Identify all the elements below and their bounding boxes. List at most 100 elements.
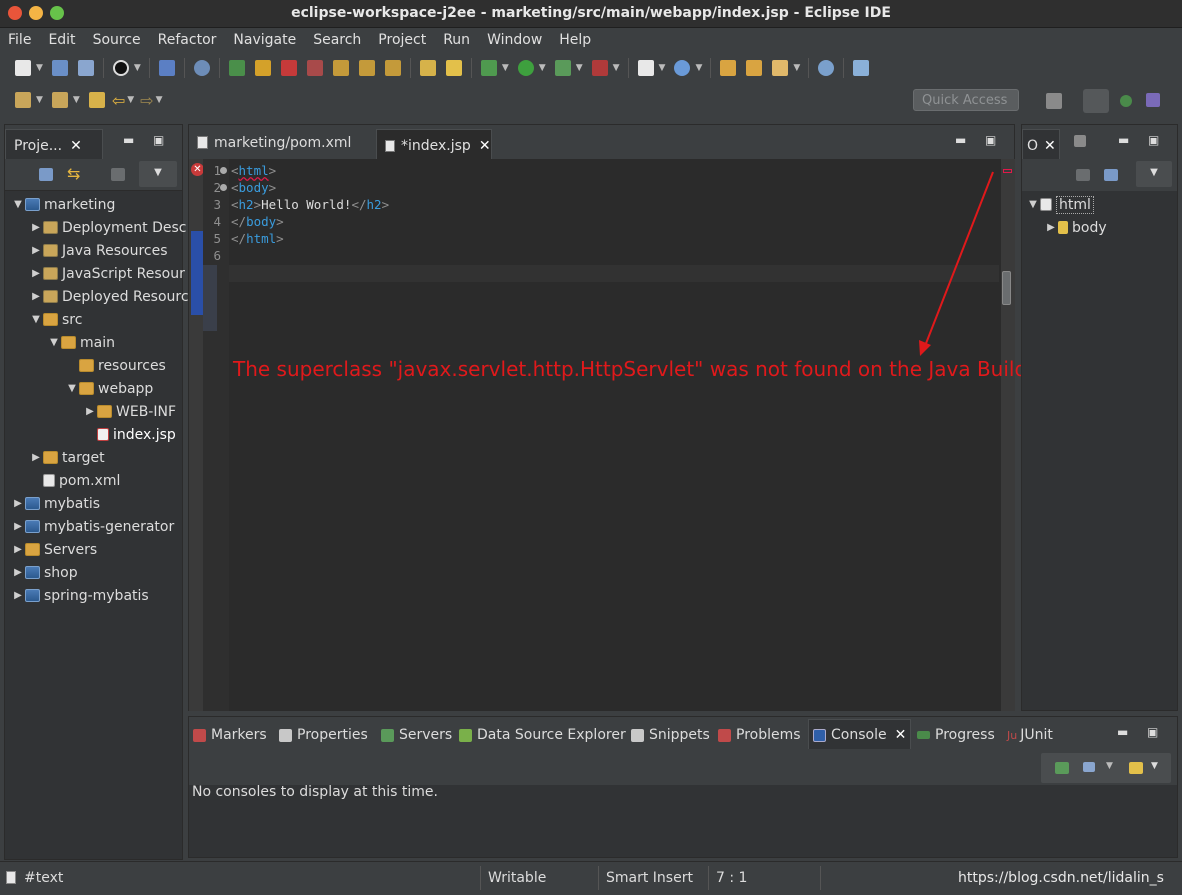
menu-window[interactable]: Window (487, 32, 542, 48)
web-service-dropdown-icon[interactable]: ▼ (695, 63, 702, 73)
tab-data-source-explorer[interactable]: Data Source Explorer (459, 727, 626, 743)
javaee-perspective-icon[interactable] (1083, 89, 1109, 113)
suspend-icon[interactable] (254, 60, 271, 76)
tab-outline[interactable]: O ✕ (1022, 129, 1060, 159)
back-dropdown-icon[interactable]: ▼ (127, 95, 134, 105)
focus-icon[interactable] (111, 168, 125, 181)
collapsed-arrow-icon[interactable]: ▶ (29, 245, 43, 256)
menu-source[interactable]: Source (93, 32, 141, 48)
open-console-icon[interactable] (1129, 762, 1143, 774)
maximize-icon[interactable]: ▣ (1148, 133, 1159, 147)
expanded-arrow-icon[interactable]: ▼ (65, 383, 79, 394)
tree-item[interactable]: resources (65, 354, 166, 377)
browser-icon[interactable] (818, 60, 835, 76)
resume-icon[interactable] (228, 60, 245, 76)
code-line[interactable]: <h2>Hello World!</h2> (231, 197, 389, 212)
use-step-filters-icon[interactable] (445, 60, 462, 76)
new-server-dropdown-icon[interactable]: ▼ (659, 63, 666, 73)
disconnect-icon[interactable] (306, 60, 323, 76)
view-menu-icon[interactable]: ▼ (139, 161, 177, 187)
run-icon[interactable] (517, 60, 534, 76)
close-icon[interactable]: ✕ (895, 727, 907, 743)
open-console-dropdown-icon[interactable]: ▼ (1151, 761, 1158, 771)
tree-item[interactable]: index.jsp (83, 423, 176, 446)
tree-item[interactable]: ▶ Servers (11, 538, 97, 561)
focus-icon[interactable] (1076, 169, 1090, 181)
menu-navigate[interactable]: Navigate (233, 32, 296, 48)
terminate-icon[interactable] (280, 60, 297, 76)
search-dropdown-icon[interactable]: ▼ (793, 63, 800, 73)
task-list-icon[interactable] (1074, 135, 1086, 147)
tab-servers[interactable]: Servers (381, 727, 452, 743)
tree-item[interactable]: ▶ Java Resources (29, 239, 167, 262)
close-icon[interactable]: ✕ (479, 138, 491, 154)
collapsed-arrow-icon[interactable]: ▶ (83, 406, 97, 417)
drop-to-frame-icon[interactable] (419, 60, 436, 76)
expanded-arrow-icon[interactable]: ▼ (11, 199, 25, 210)
save-icon[interactable] (51, 60, 68, 76)
coverage-icon[interactable] (554, 60, 571, 76)
minimize-icon[interactable]: ▬ (955, 133, 966, 147)
previous-annotation-dropdown-icon[interactable]: ▼ (73, 95, 80, 105)
expanded-arrow-icon[interactable]: ▼ (29, 314, 43, 325)
tab-markers[interactable]: Markers (193, 727, 267, 743)
menu-project[interactable]: Project (378, 32, 426, 48)
save-all-icon[interactable] (77, 60, 94, 76)
minimize-icon[interactable]: ▬ (1118, 133, 1129, 147)
forward-dropdown-icon[interactable]: ▼ (156, 95, 163, 105)
search-pen-icon[interactable] (772, 60, 789, 76)
collapse-all-icon[interactable] (1104, 169, 1118, 181)
close-icon[interactable]: ✕ (70, 138, 82, 154)
maximize-icon[interactable]: ▣ (1147, 725, 1158, 739)
collapse-all-icon[interactable] (39, 168, 53, 181)
error-marker[interactable] (1003, 169, 1012, 173)
quick-access-input[interactable]: Quick Access (913, 89, 1019, 111)
external-tools-icon[interactable] (591, 60, 608, 76)
debug-run-dropdown-icon[interactable]: ▼ (502, 63, 509, 73)
code-line[interactable]: <html> (231, 163, 276, 178)
vertical-scrollbar[interactable] (1002, 271, 1011, 305)
tree-item[interactable]: ▼ main (47, 331, 115, 354)
menu-refactor[interactable]: Refactor (158, 32, 217, 48)
web-services-explorer-icon[interactable] (853, 60, 870, 76)
coverage-dropdown-icon[interactable]: ▼ (576, 63, 583, 73)
maximize-icon[interactable]: ▣ (153, 133, 164, 147)
collapsed-arrow-icon[interactable]: ▶ (11, 590, 25, 601)
tree-item[interactable]: ▶ shop (11, 561, 77, 584)
minimize-icon[interactable]: ▬ (123, 133, 134, 147)
open-type-icon[interactable] (720, 60, 737, 76)
code-line[interactable]: <body> (231, 180, 276, 195)
tree-item[interactable]: ▶ WEB-INF (83, 400, 176, 423)
tree-item[interactable]: ▶ target (29, 446, 104, 469)
new-icon[interactable] (15, 60, 31, 76)
step-into-icon[interactable] (332, 60, 349, 76)
debug-dropdown-icon[interactable]: ▼ (134, 63, 141, 73)
tab-index-jsp[interactable]: *index.jsp ✕ (376, 129, 492, 159)
code-line[interactable]: </html> (231, 231, 284, 246)
close-icon[interactable]: ✕ (1044, 138, 1056, 154)
display-console-icon[interactable] (1083, 762, 1095, 772)
outline-item-body[interactable]: ▶ body (1044, 216, 1106, 239)
external-tools-dropdown-icon[interactable]: ▼ (613, 63, 620, 73)
menu-search[interactable]: Search (313, 32, 361, 48)
tree-item[interactable]: ▶ JavaScript Resour (29, 262, 185, 285)
tab-problems[interactable]: Problems (718, 727, 801, 743)
view-menu-icon[interactable]: ▼ (1136, 161, 1172, 187)
collapsed-arrow-icon[interactable]: ▶ (29, 222, 43, 233)
new-server-icon[interactable] (637, 60, 654, 76)
tree-item[interactable]: ▶ Deployed Resourc (29, 285, 188, 308)
next-annotation-dropdown-icon[interactable]: ▼ (36, 95, 43, 105)
collapsed-arrow-icon[interactable]: ▶ (11, 567, 25, 578)
open-console-icon[interactable] (158, 60, 175, 76)
collapsed-arrow-icon[interactable]: ▶ (11, 521, 25, 532)
back-icon[interactable]: ⇦ (112, 91, 125, 110)
debug-run-icon[interactable] (480, 60, 497, 76)
tab-junit[interactable]: Ju JUnit (1007, 727, 1053, 743)
tree-item[interactable]: ▼ webapp (65, 377, 153, 400)
collapsed-arrow-icon[interactable]: ▶ (11, 544, 25, 555)
tab-pom-xml[interactable]: marketing/pom.xml (197, 135, 351, 151)
fold-icon[interactable] (220, 167, 227, 174)
run-dropdown-icon[interactable]: ▼ (539, 63, 546, 73)
code-line[interactable]: </body> (231, 214, 284, 229)
menu-help[interactable]: Help (559, 32, 591, 48)
